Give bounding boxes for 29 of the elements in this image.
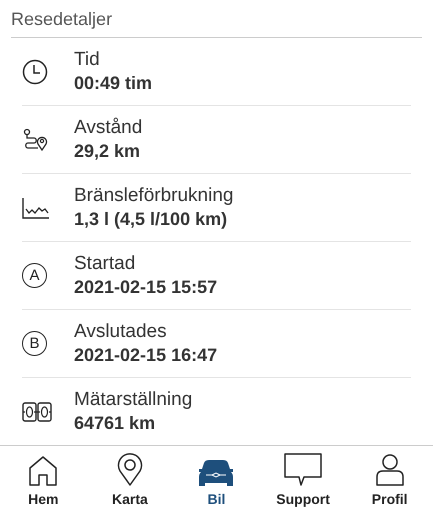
letter-badge-icon: A bbox=[22, 263, 47, 288]
detail-value: 2021-02-15 16:47 bbox=[74, 345, 218, 366]
detail-label: Mätarställning bbox=[74, 389, 192, 411]
clock-icon bbox=[22, 58, 48, 84]
line-chart-icon bbox=[22, 196, 50, 218]
tab-bar-item[interactable]: Hem bbox=[0, 446, 87, 512]
home-icon bbox=[28, 455, 58, 487]
detail-label: Avstånd bbox=[74, 117, 142, 139]
odometer-icon bbox=[22, 400, 52, 422]
detail-value: 29,2 km bbox=[74, 141, 142, 162]
section-title: Resedetaljer bbox=[11, 9, 112, 29]
person-icon bbox=[374, 453, 405, 487]
detail-label: Bränsleförbrukning bbox=[74, 185, 234, 207]
map-pin-icon bbox=[116, 453, 143, 487]
tab-bar-item[interactable]: Profil bbox=[346, 446, 433, 512]
detail-value: 64761 km bbox=[74, 413, 156, 434]
tab-bar-item[interactable]: Support bbox=[260, 446, 346, 512]
letter-badge-icon: B bbox=[22, 331, 47, 356]
chat-icon bbox=[284, 453, 322, 487]
tab-bar-item[interactable]: Karta bbox=[86, 446, 174, 512]
detail-label: Avslutades bbox=[74, 321, 168, 343]
tab-bar-item[interactable]: Bil bbox=[173, 446, 260, 512]
detail-label: Startad bbox=[74, 253, 136, 275]
car-icon bbox=[197, 459, 236, 487]
detail-label: Tid bbox=[74, 49, 101, 71]
detail-value: 1,3 l (4,5 l/100 km) bbox=[74, 209, 228, 230]
detail-value: 2021-02-15 15:57 bbox=[74, 277, 218, 298]
detail-value: 00:49 tim bbox=[74, 73, 152, 94]
route-icon bbox=[22, 126, 50, 152]
